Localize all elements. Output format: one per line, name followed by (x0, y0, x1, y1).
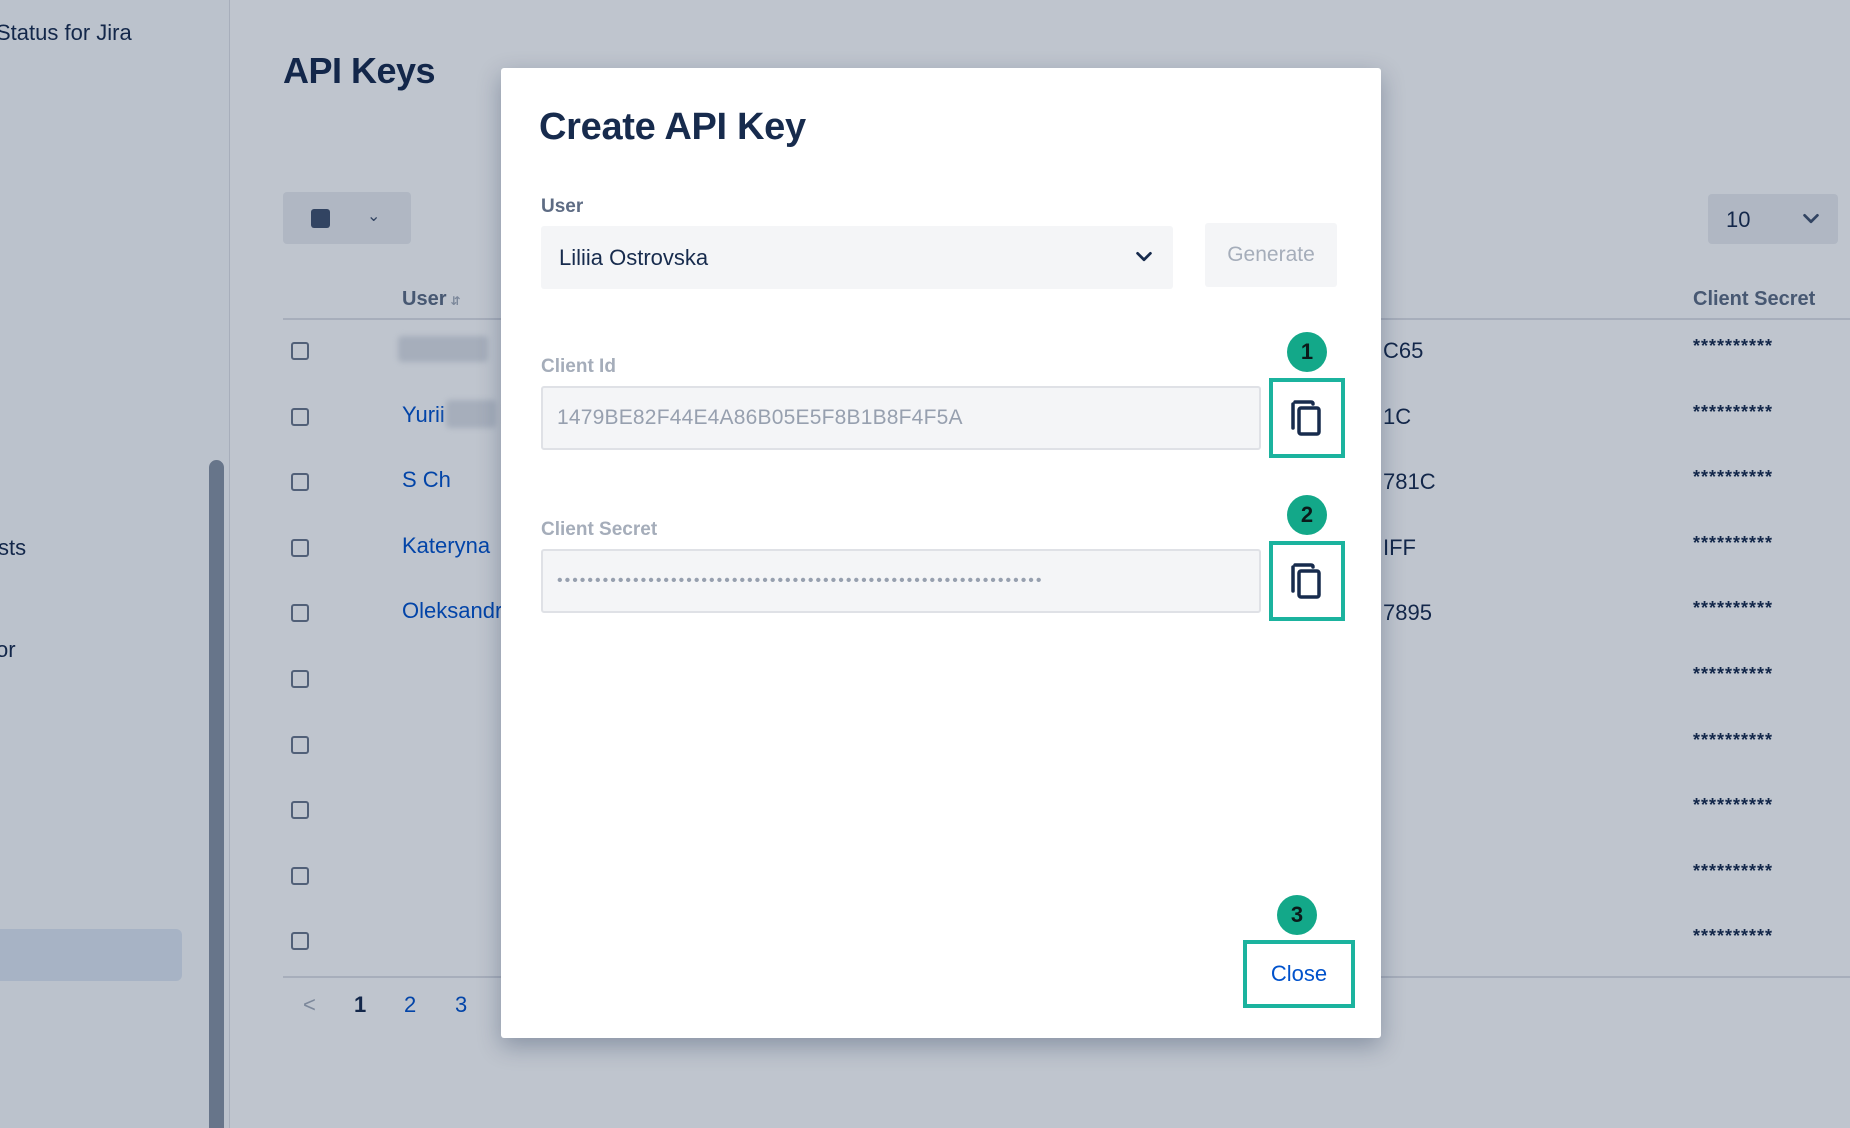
step-badge-3: 3 (1277, 895, 1317, 935)
copy-icon (1291, 563, 1321, 599)
modal-title: Create API Key (539, 106, 806, 148)
copy-client-secret-button[interactable] (1269, 541, 1345, 621)
create-api-key-dialog: Create API Key User Liliia Ostrovska Gen… (501, 68, 1381, 1038)
copy-client-id-button[interactable] (1269, 378, 1345, 458)
user-field-label: User (541, 196, 584, 217)
client-secret-label: Client Secret (541, 519, 658, 540)
close-button[interactable]: Close (1243, 940, 1355, 1008)
chevron-down-icon (1136, 251, 1152, 262)
client-secret-field[interactable] (541, 549, 1261, 613)
generate-button[interactable]: Generate (1205, 223, 1337, 287)
client-id-field[interactable] (541, 386, 1261, 450)
step-badge-2: 2 (1287, 495, 1327, 535)
client-id-label: Client Id (541, 356, 616, 377)
user-select-value: Liliia Ostrovska (559, 245, 709, 270)
user-select[interactable]: Liliia Ostrovska (541, 226, 1173, 289)
step-badge-1: 1 (1287, 332, 1327, 372)
copy-icon (1291, 400, 1321, 436)
